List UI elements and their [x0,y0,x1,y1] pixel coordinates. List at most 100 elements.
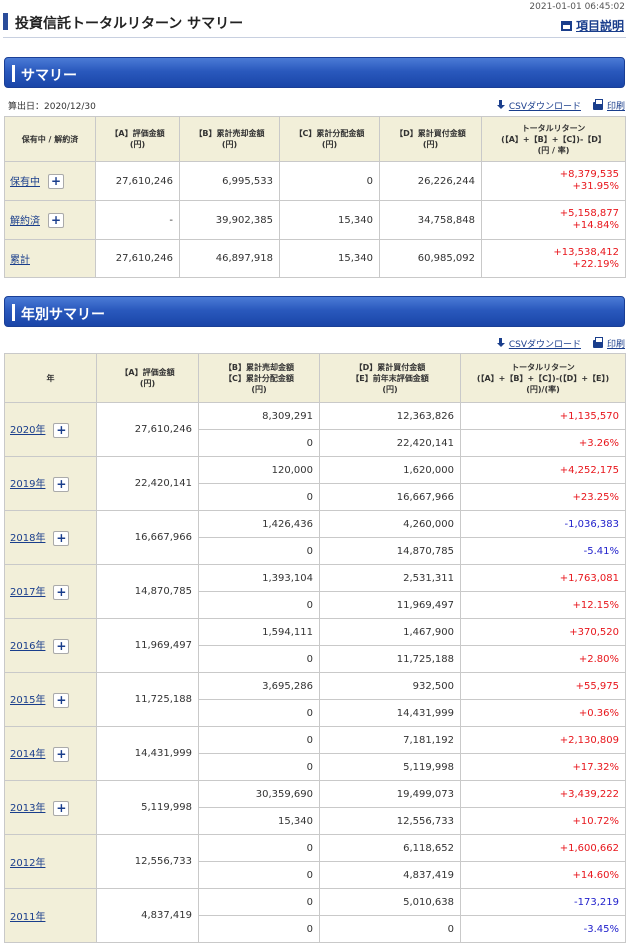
year-row: 2013年 +5,119,998 30,359,690 19,499,073 +3,43… [4,780,626,835]
year-cell: 2018年 + [4,510,97,565]
return-amount: -173,219 [460,888,626,916]
value-c: 15,340 [198,807,320,835]
value-e: 4,837,419 [319,861,461,889]
header-de: 【D】累計買付金額 【E】前年末評価金額 (円) [319,353,461,403]
value-b: 6,995,533 [179,161,280,201]
value-d: 1,467,900 [319,618,461,646]
section-bar [12,304,15,321]
return-rate: +10.72% [460,807,626,835]
year-row: 2017年 +14,870,785 1,393,104 2,531,311 +1,763… [4,564,626,619]
year-link[interactable]: 2017年 [10,587,45,598]
total-return-cell: +13,538,412 +22.19% [481,239,626,278]
expand-button[interactable]: + [53,692,70,708]
value-b: 30,359,690 [198,780,320,808]
year-cell: 2019年 + [4,456,97,511]
value-d: 1,620,000 [319,456,461,484]
value-c: 0 [198,753,320,781]
title-mark [3,13,8,30]
year-link[interactable]: 2016年 [10,641,45,652]
yearly-toolbar: CSVダウンロード 印刷 [496,337,625,350]
expand-button[interactable]: + [53,530,70,546]
year-row: 2019年 +22,420,141 120,000 1,620,000 +4,252,1… [4,456,626,511]
year-link[interactable]: 2015年 [10,695,45,706]
value-d: 4,260,000 [319,510,461,538]
year-link[interactable]: 2012年 [10,858,45,869]
summary-toolbar: CSVダウンロード 印刷 [496,99,625,112]
value-c: 0 [279,161,380,201]
value-a: 11,969,497 [96,618,199,673]
header-year: 年 [4,353,97,403]
calc-date: 算出日：2020/12/30 [8,102,96,112]
value-e: 16,667,966 [319,483,461,511]
timestamp: 2021-01-01 06:45:02 [529,2,625,12]
value-b: 46,897,918 [179,239,280,278]
year-link[interactable]: 2020年 [10,425,45,436]
value-c: 15,340 [279,239,380,278]
header-bc: 【B】累計売却金額 【C】累計分配金額 (円) [198,353,320,403]
value-d: 19,499,073 [319,780,461,808]
print-link[interactable]: 印刷 [581,99,625,112]
year-row: 2015年 +11,725,188 3,695,286 932,500 +55,975 [4,672,626,727]
year-link[interactable]: 2018年 [10,533,45,544]
value-c: 0 [198,429,320,457]
return-amount: +1,600,662 [460,834,626,862]
expand-button[interactable]: + [53,476,70,492]
value-e: 12,556,733 [319,807,461,835]
header-b: 【B】累計売却金額 (円) [179,116,280,162]
csv-download-link[interactable]: CSVダウンロード [496,338,581,350]
return-rate: -3.45% [460,915,626,943]
csv-download-link[interactable]: CSVダウンロード [496,100,581,112]
value-c: 0 [198,861,320,889]
year-cell: 2012年 [4,834,97,889]
value-c: 15,340 [279,200,380,240]
expand-button[interactable]: + [53,638,70,654]
yearly-heading: 年別サマリー [21,307,105,323]
year-link[interactable]: 2019年 [10,479,45,490]
value-c: 0 [198,591,320,619]
value-b: 1,594,111 [198,618,320,646]
expand-button[interactable]: + [53,422,70,438]
summary-row: 保有中 +27,610,246 6,995,533 0 26,226,244 +8,379… [4,161,626,201]
expand-button[interactable]: + [48,174,64,190]
expand-button[interactable]: + [53,746,70,762]
year-link[interactable]: 2013年 [10,803,45,814]
summary-row: 解約済 + -39,902,385 15,340 34,758,848 +5,158,87… [4,200,626,240]
expand-button[interactable]: + [48,213,64,229]
year-row: 2011年 4,837,419 0 5,010,638 -173,219 [4,888,626,943]
return-rate: -5.41% [460,537,626,565]
value-a: 12,556,733 [96,834,199,889]
year-row: 2014年 +14,431,999 0 7,181,192 +2,130,809 [4,726,626,781]
download-icon [496,338,505,348]
year-cell: 2016年 + [4,618,97,673]
csv-download-label: CSVダウンロード [508,102,581,112]
value-b: 0 [198,726,320,754]
total-return-cell: +8,379,535 +31.95% [481,161,626,201]
help-link[interactable]: 項目説明 [560,17,624,34]
row-label-cell: 保有中 + [4,161,96,201]
expand-button[interactable]: + [53,584,70,600]
row-label-link[interactable]: 累計 [10,255,30,266]
row-label-link[interactable]: 解約済 [10,216,40,227]
year-cell: 2011年 [4,888,97,943]
yearly-section-header: 年別サマリー [4,296,625,327]
expand-button[interactable]: + [53,800,70,816]
row-label-link[interactable]: 保有中 [10,177,40,188]
return-amount: +1,763,081 [460,564,626,592]
year-link[interactable]: 2014年 [10,749,45,760]
return-amount: +8,379,535 [559,169,619,180]
header-c: 【C】累計分配金額 (円) [279,116,380,162]
return-rate: +2.80% [460,645,626,673]
year-link[interactable]: 2011年 [10,912,45,923]
return-rate: +31.95% [572,181,619,192]
value-a: - [95,200,180,240]
return-rate: +12.15% [460,591,626,619]
year-cell: 2014年 + [4,726,97,781]
print-link[interactable]: 印刷 [581,337,625,350]
value-e: 14,870,785 [319,537,461,565]
row-label-cell: 解約済 + [4,200,96,240]
value-a: 14,870,785 [96,564,199,619]
printer-icon [592,99,603,110]
return-amount: +13,538,412 [553,246,619,258]
value-e: 11,725,188 [319,645,461,673]
value-d: 60,985,092 [379,239,482,278]
